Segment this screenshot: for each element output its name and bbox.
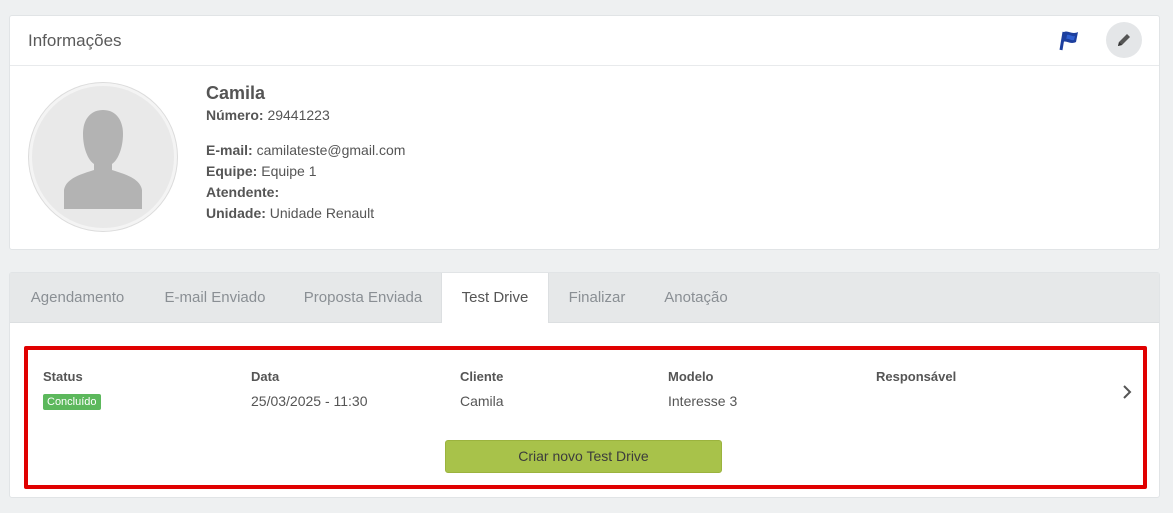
equipe-row: Equipe: Equipe 1 — [206, 163, 317, 179]
status-badge: Concluído — [43, 394, 101, 410]
create-test-drive-button[interactable]: Criar novo Test Drive — [445, 440, 722, 473]
info-card: Informações Camila Número: 29441223 E-ma… — [9, 15, 1160, 250]
value-modelo: Interesse 3 — [668, 393, 738, 409]
column-modelo: Modelo — [668, 369, 714, 384]
flag-icon[interactable] — [1058, 28, 1084, 52]
info-header: Informações — [10, 16, 1159, 66]
tab-bar: Agendamento E-mail Enviado Proposta Envi… — [10, 273, 1159, 323]
tab-email-enviado[interactable]: E-mail Enviado — [145, 273, 285, 322]
contact-name: Camila — [206, 83, 266, 103]
column-responsavel: Responsável — [876, 369, 957, 384]
info-title: Informações — [28, 31, 122, 50]
column-status: Status — [43, 369, 83, 384]
equipe-value: Equipe 1 — [261, 163, 317, 179]
tab-anotacao[interactable]: Anotação — [645, 273, 747, 322]
email-label: E-mail: — [206, 142, 253, 158]
value-cliente: Camila — [460, 393, 504, 409]
column-cliente: Cliente — [460, 369, 504, 384]
atendente-label: Atendente: — [206, 184, 280, 200]
avatar — [29, 83, 177, 231]
tab-finalizar[interactable]: Finalizar — [549, 273, 645, 322]
numero-value: 29441223 — [267, 107, 330, 123]
tabs-card: Agendamento E-mail Enviado Proposta Envi… — [9, 272, 1160, 498]
tab-agendamento[interactable]: Agendamento — [10, 273, 145, 322]
pencil-icon — [1118, 34, 1130, 46]
chevron-right-icon[interactable] — [1120, 383, 1134, 401]
edit-button[interactable] — [1106, 22, 1142, 58]
value-data: 25/03/2025 - 11:30 — [251, 393, 368, 409]
numero-label: Número: — [206, 107, 264, 123]
unidade-label: Unidade: — [206, 205, 266, 221]
tab-proposta-enviada[interactable]: Proposta Enviada — [285, 273, 441, 322]
equipe-label: Equipe: — [206, 163, 258, 179]
unidade-value: Unidade Renault — [269, 205, 375, 221]
email-row: E-mail: camilateste@gmail.com — [206, 142, 405, 158]
numero-row: Número: 29441223 — [206, 107, 330, 123]
email-value: camilateste@gmail.com — [256, 142, 406, 158]
column-data: Data — [251, 369, 280, 384]
tab-test-drive[interactable]: Test Drive — [441, 273, 549, 323]
atendente-row: Atendente: — [206, 184, 279, 200]
unidade-row: Unidade: Unidade Renault — [206, 205, 374, 221]
